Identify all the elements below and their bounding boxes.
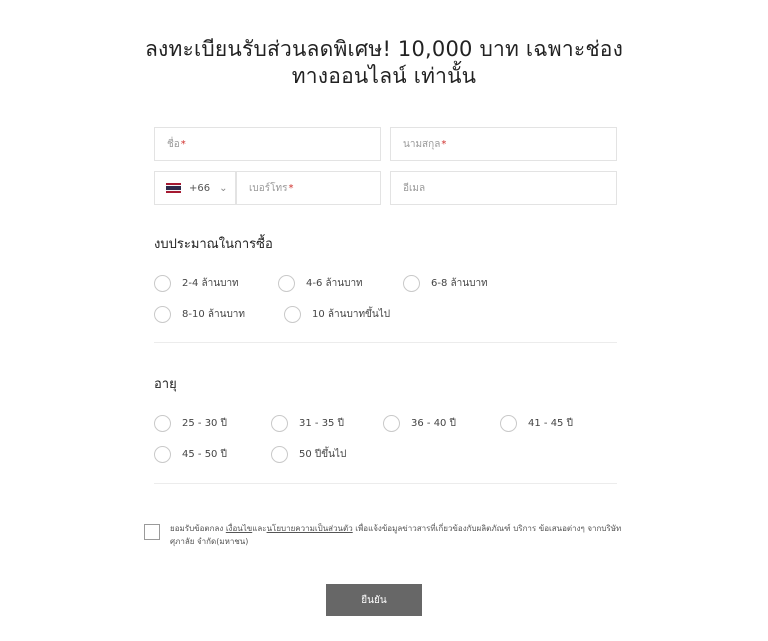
required-mark: * <box>441 138 447 150</box>
consent-prefix: ยอมรับข้อตกลง <box>170 524 226 533</box>
country-code-select[interactable]: +66 ⌄ <box>154 171 236 205</box>
thailand-flag-icon <box>166 183 181 193</box>
age-option-25-30[interactable]: 25 - 30 ปี <box>154 415 227 432</box>
radio-circle[interactable] <box>500 415 517 432</box>
age-option-31-35[interactable]: 31 - 35 ปี <box>271 415 344 432</box>
age-option-label: 41 - 45 ปี <box>528 418 573 429</box>
radio-circle[interactable] <box>383 415 400 432</box>
email-placeholder: อีเมล <box>403 182 426 194</box>
budget-option-label: 4-6 ล้านบาท <box>306 278 363 289</box>
chevron-down-icon: ⌄ <box>219 182 228 194</box>
title-line-1: ลงทะเบียนรับส่วนลดพิเศษ! 10,000 บาท เฉพา… <box>144 37 624 61</box>
age-option-label: 31 - 35 ปี <box>299 418 344 429</box>
budget-option-4-6m[interactable]: 4-6 ล้านบาท <box>278 275 363 292</box>
radio-circle[interactable] <box>271 415 288 432</box>
country-code-value: +66 <box>189 182 211 194</box>
budget-option-label: 8-10 ล้านบาท <box>182 309 246 320</box>
age-option-label: 36 - 40 ปี <box>411 418 456 429</box>
required-mark: * <box>180 138 186 150</box>
age-option-36-40[interactable]: 36 - 40 ปี <box>383 415 456 432</box>
first-name-field[interactable]: ชื่อ * <box>154 127 381 161</box>
submit-button[interactable]: ยืนยัน <box>326 584 422 616</box>
page-title: ลงทะเบียนรับส่วนลดพิเศษ! 10,000 บาท เฉพา… <box>140 36 628 90</box>
radio-circle[interactable] <box>154 275 171 292</box>
radio-circle[interactable] <box>284 306 301 323</box>
phone-field[interactable]: เบอร์โทร * <box>236 171 381 205</box>
age-option-label: 45 - 50 ปี <box>182 449 227 460</box>
phone-placeholder: เบอร์โทร <box>249 182 288 194</box>
consent-and: และ <box>252 524 267 533</box>
last-name-field[interactable]: นามสกุล * <box>390 127 617 161</box>
terms-link[interactable]: เงื่อนไข <box>226 524 252 533</box>
age-option-label: 50 ปีขึ้นไป <box>299 449 347 460</box>
age-option-50-plus[interactable]: 50 ปีขึ้นไป <box>271 446 346 463</box>
radio-circle[interactable] <box>154 446 171 463</box>
radio-circle[interactable] <box>154 415 171 432</box>
budget-label: งบประมาณในการซื้อ <box>154 237 273 252</box>
privacy-policy-link[interactable]: นโยบายความเป็นส่วนตัว <box>267 524 353 533</box>
first-name-placeholder: ชื่อ <box>167 138 180 150</box>
email-field[interactable]: อีเมล <box>390 171 617 205</box>
budget-option-label: 10 ล้านบาทขึ้นไป <box>312 309 391 320</box>
section-divider <box>154 342 617 343</box>
budget-option-label: 2-4 ล้านบาท <box>182 278 239 289</box>
age-option-45-50[interactable]: 45 - 50 ปี <box>154 446 227 463</box>
required-mark: * <box>288 182 294 194</box>
radio-circle[interactable] <box>271 446 288 463</box>
radio-circle[interactable] <box>154 306 171 323</box>
budget-option-label: 6-8 ล้านบาท <box>431 278 488 289</box>
section-divider <box>154 483 617 484</box>
last-name-placeholder: นามสกุล <box>403 138 441 150</box>
consent-checkbox[interactable] <box>144 524 160 540</box>
budget-option-10m-plus[interactable]: 10 ล้านบาทขึ้นไป <box>284 306 390 323</box>
radio-circle[interactable] <box>278 275 295 292</box>
title-line-2: ทางออนไลน์ เท่านั้น <box>291 64 477 88</box>
age-option-41-45[interactable]: 41 - 45 ปี <box>500 415 573 432</box>
age-option-label: 25 - 30 ปี <box>182 418 227 429</box>
budget-option-8-10m[interactable]: 8-10 ล้านบาท <box>154 306 245 323</box>
budget-option-6-8m[interactable]: 6-8 ล้านบาท <box>403 275 488 292</box>
consent-text: ยอมรับข้อตกลง เงื่อนไขและนโยบายความเป็นส… <box>170 522 625 548</box>
budget-option-2-4m[interactable]: 2-4 ล้านบาท <box>154 275 239 292</box>
radio-circle[interactable] <box>403 275 420 292</box>
age-label: อายุ <box>154 377 177 392</box>
